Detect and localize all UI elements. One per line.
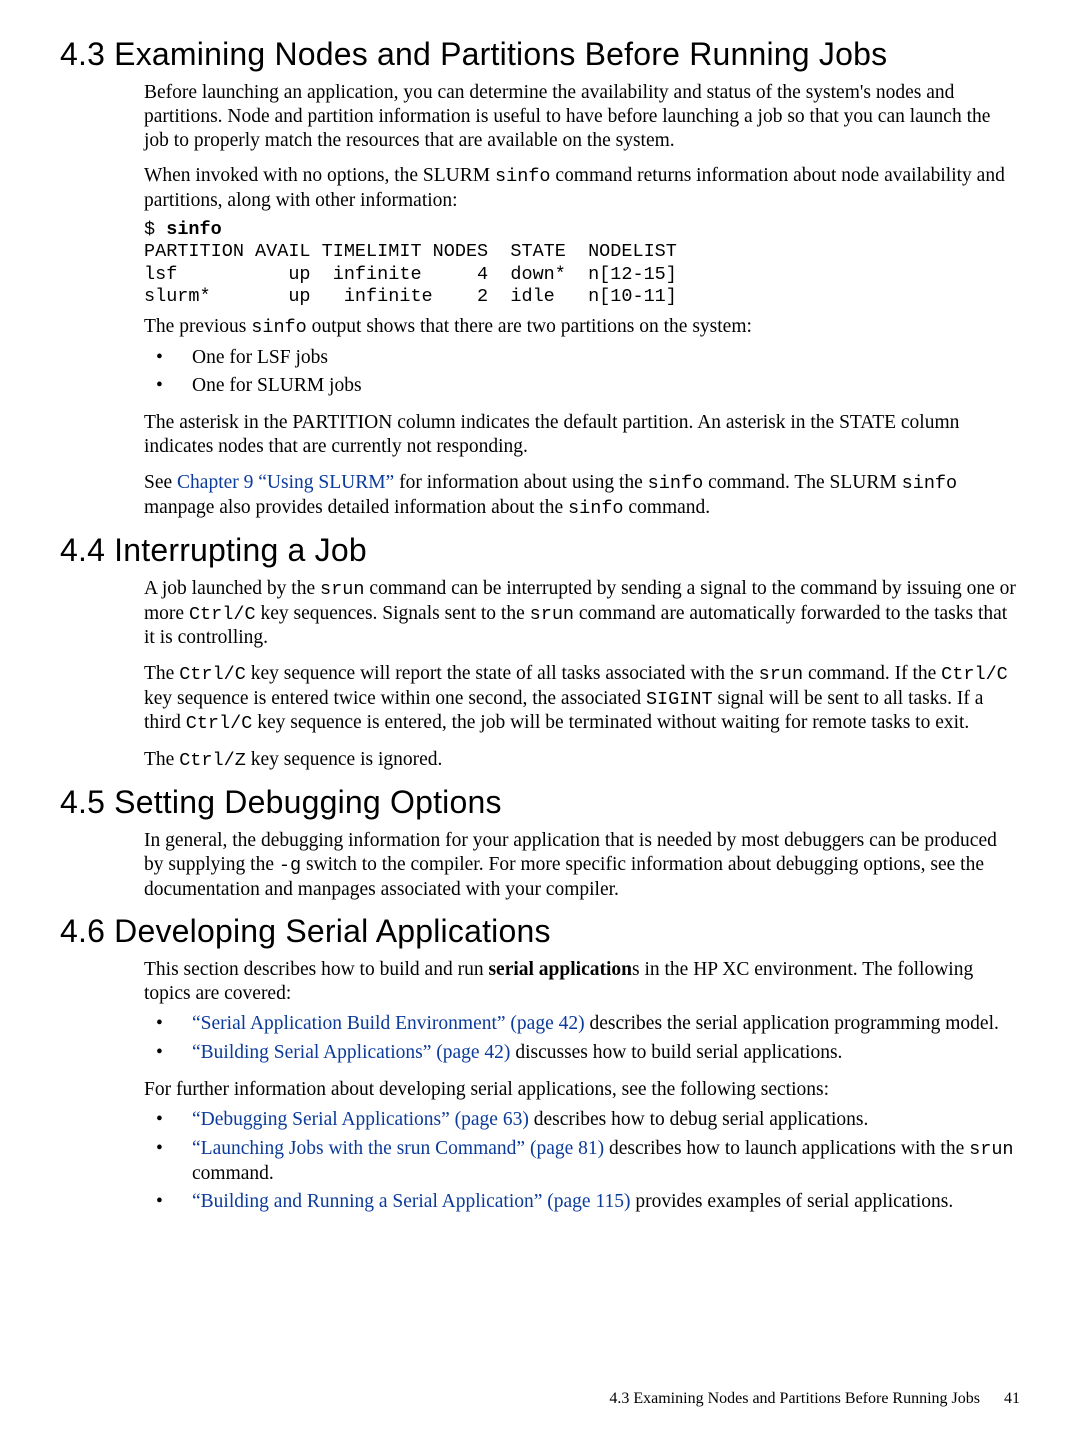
text: The [144, 749, 179, 770]
inline-code: srun [530, 604, 574, 625]
text: key sequence will report the state of al… [246, 663, 759, 684]
section-4-4-body: A job launched by the srun command can b… [144, 577, 1020, 772]
code-line: lsf up infinite 4 down* n[12-15] [144, 264, 677, 285]
text: for information about using the [394, 472, 647, 493]
section-4-6-title: 4.6 Developing Serial Applications [60, 913, 1020, 950]
code-line: slurm* up infinite 2 idle n[10-11] [144, 286, 677, 307]
paragraph: See Chapter 9 “Using SLURM” for informat… [144, 471, 1020, 520]
text: describes how to launch applications wit… [604, 1138, 969, 1159]
list-item: “Serial Application Build Environment” (… [144, 1012, 1020, 1037]
list-item: “Building Serial Applications” (page 42)… [144, 1041, 1020, 1066]
paragraph: The asterisk in the PARTITION column ind… [144, 411, 1020, 459]
list-item: “Launching Jobs with the srun Command” (… [144, 1137, 1020, 1187]
inline-code: sinfo [251, 317, 307, 338]
paragraph: For further information about developing… [144, 1078, 1020, 1102]
inline-code: -g [279, 855, 301, 876]
link-launching-jobs-srun[interactable]: “Launching Jobs with the srun Command” (… [192, 1138, 604, 1159]
list-item: “Building and Running a Serial Applicati… [144, 1190, 1020, 1215]
text: key sequence is entered twice within one… [144, 688, 646, 709]
text: output shows that there are two partitio… [307, 316, 752, 337]
link-serial-build-env[interactable]: “Serial Application Build Environment” (… [192, 1013, 585, 1034]
code-line: PARTITION AVAIL TIMELIMIT NODES STATE NO… [144, 241, 677, 262]
inline-code: Ctrl/C [179, 664, 246, 685]
section-4-3-body: Before launching an application, you can… [144, 81, 1020, 520]
bold-term-serial-application: serial application [488, 959, 632, 980]
bullet-list: “Serial Application Build Environment” (… [144, 1012, 1020, 1066]
text: See [144, 472, 177, 493]
text: describes how to debug serial applicatio… [529, 1109, 869, 1130]
prompt: $ [144, 219, 166, 240]
inline-code: Ctrl/C [189, 604, 256, 625]
command: sinfo [166, 219, 222, 240]
text: The [144, 663, 179, 684]
link-building-serial-apps[interactable]: “Building Serial Applications” (page 42) [192, 1042, 510, 1063]
paragraph: When invoked with no options, the SLURM … [144, 164, 1020, 212]
text: When invoked with no options, the SLURM [144, 165, 495, 186]
text: command. [192, 1163, 274, 1184]
text: command. If the [803, 663, 941, 684]
text: manpage also provides detailed informati… [144, 497, 568, 518]
page-number: 41 [1004, 1390, 1020, 1408]
inline-code: srun [320, 579, 364, 600]
bullet-list: One for LSF jobs One for SLURM jobs [144, 346, 1020, 400]
text: discusses how to build serial applicatio… [510, 1042, 842, 1063]
section-4-5-title: 4.5 Setting Debugging Options [60, 784, 1020, 821]
link-building-running-serial[interactable]: “Building and Running a Serial Applicati… [192, 1191, 630, 1212]
section-4-4-title: 4.4 Interrupting a Job [60, 532, 1020, 569]
link-debugging-serial-apps[interactable]: “Debugging Serial Applications” (page 63… [192, 1109, 529, 1130]
section-4-3-title: 4.3 Examining Nodes and Partitions Befor… [60, 36, 1020, 73]
inline-code: sinfo [648, 473, 704, 494]
list-item: “Debugging Serial Applications” (page 63… [144, 1108, 1020, 1133]
page: 4.3 Examining Nodes and Partitions Befor… [0, 0, 1080, 1438]
inline-code: Ctrl/C [941, 664, 1008, 685]
page-footer: 4.3 Examining Nodes and Partitions Befor… [609, 1390, 1020, 1408]
inline-code: srun [969, 1139, 1013, 1160]
text: describes the serial application program… [585, 1013, 999, 1034]
list-item: One for LSF jobs [144, 346, 1020, 371]
text: provides examples of serial applications… [630, 1191, 953, 1212]
text: key sequence is ignored. [246, 749, 443, 770]
text: key sequence is entered, the job will be… [252, 712, 969, 733]
bullet-list: “Debugging Serial Applications” (page 63… [144, 1108, 1020, 1216]
list-item: One for SLURM jobs [144, 374, 1020, 399]
text: A job launched by the [144, 578, 320, 599]
paragraph: The previous sinfo output shows that the… [144, 315, 1020, 340]
paragraph: Before launching an application, you can… [144, 81, 1020, 152]
paragraph: This section describes how to build and … [144, 958, 1020, 1006]
code-block-sinfo: $ sinfo PARTITION AVAIL TIMELIMIT NODES … [144, 219, 1020, 309]
inline-code: sinfo [902, 473, 958, 494]
text: key sequences. Signals sent to the [256, 603, 530, 624]
text: This section describes how to build and … [144, 959, 488, 980]
text: The previous [144, 316, 251, 337]
link-chapter-9[interactable]: Chapter 9 “Using SLURM” [177, 472, 394, 493]
inline-code: sinfo [568, 498, 624, 519]
paragraph: A job launched by the srun command can b… [144, 577, 1020, 650]
section-4-5-body: In general, the debugging information fo… [144, 829, 1020, 901]
inline-code: Ctrl/C [186, 713, 253, 734]
paragraph: In general, the debugging information fo… [144, 829, 1020, 901]
inline-code: sinfo [495, 166, 551, 187]
text: command. [624, 497, 711, 518]
inline-code: Ctrl/Z [179, 750, 246, 771]
section-4-6-body: This section describes how to build and … [144, 958, 1020, 1215]
inline-code: SIGINT [646, 689, 713, 710]
text: command. The SLURM [703, 472, 901, 493]
inline-code: srun [759, 664, 803, 685]
footer-title: 4.3 Examining Nodes and Partitions Befor… [609, 1390, 980, 1407]
paragraph: The Ctrl/Z key sequence is ignored. [144, 748, 1020, 773]
paragraph: The Ctrl/C key sequence will report the … [144, 662, 1020, 736]
